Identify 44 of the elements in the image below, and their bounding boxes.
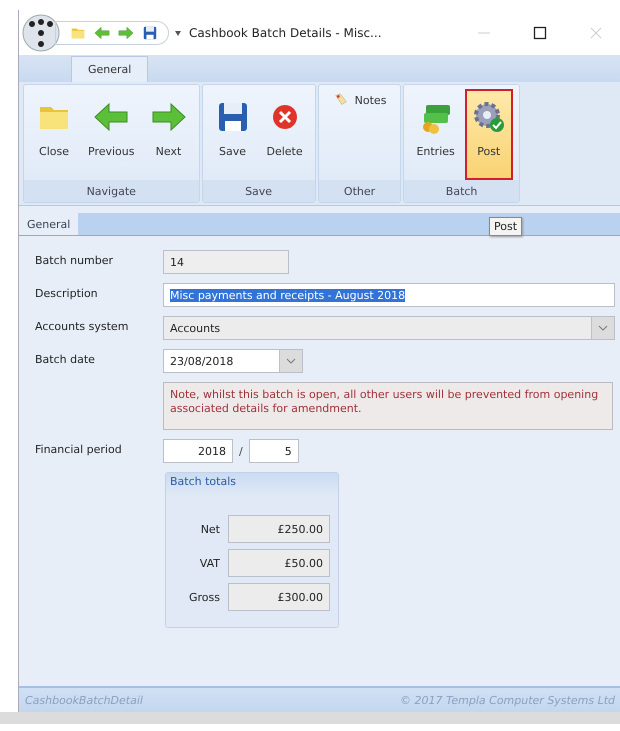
field-label: Batch number	[35, 253, 114, 267]
app-menu-icon[interactable]	[21, 12, 61, 52]
input-field[interactable]: Misc payments and receipts - August 2018	[163, 283, 615, 307]
dropdown-icon[interactable]	[175, 28, 181, 36]
year-field[interactable]: 2018	[163, 439, 233, 463]
total-field: £50.00	[228, 549, 330, 577]
group-label: Other	[318, 180, 400, 202]
ribbon-tab[interactable]: General	[71, 56, 148, 82]
group-label: Navigate	[24, 180, 198, 202]
total-label: VAT	[200, 556, 220, 570]
field-label: Description	[35, 286, 99, 300]
ribbon-button[interactable]: Next	[144, 89, 192, 180]
dropdown-field[interactable]: Accounts	[163, 316, 615, 340]
ribbon-button[interactable]: Delete	[260, 89, 309, 180]
ribbon-button[interactable]: Close	[30, 89, 78, 180]
ribbon-button[interactable]: Save	[208, 89, 256, 180]
ribbon-button[interactable]: Entries	[410, 89, 461, 180]
total-field: £300.00	[228, 583, 330, 611]
group-label: Save	[202, 180, 315, 202]
ribbon-button[interactable]: Notes	[324, 89, 394, 111]
field-label: Accounts system	[35, 319, 130, 333]
tooltip: Post	[489, 217, 522, 236]
status-text: CashbookBatchDetail	[25, 694, 143, 706]
group-label: Batch	[404, 180, 519, 202]
warning-note: Note, whilst this batch is open, all other users will be prevented from opening associated details for amendment.	[163, 382, 613, 430]
note-icon	[332, 92, 349, 108]
total-label: Gross	[189, 590, 220, 604]
readonly-field[interactable]: 14	[163, 250, 289, 274]
total-label: Net	[200, 522, 220, 536]
ribbon-button[interactable]: Previous	[82, 89, 140, 180]
right-arrow-icon[interactable]	[118, 24, 134, 40]
field-label: Financial period	[35, 442, 123, 456]
maximize-icon[interactable]	[533, 26, 547, 40]
left-arrow-icon[interactable]	[94, 24, 110, 40]
window-title: Cashbook Batch Details - Misc...	[189, 26, 383, 40]
copyright-text: © 2017 Templa Computer Systems Ltd	[400, 694, 615, 706]
panel-title: Batch totals	[166, 473, 338, 495]
separator: /	[239, 444, 243, 458]
form-tab[interactable]: General	[19, 213, 78, 235]
total-field: £250.00	[228, 515, 330, 543]
field-label: Batch date	[35, 352, 96, 366]
date-field[interactable]: 23/08/2018	[163, 349, 303, 373]
period-field[interactable]: 5	[248, 439, 299, 463]
ribbon-button[interactable]: Post	[464, 89, 513, 180]
